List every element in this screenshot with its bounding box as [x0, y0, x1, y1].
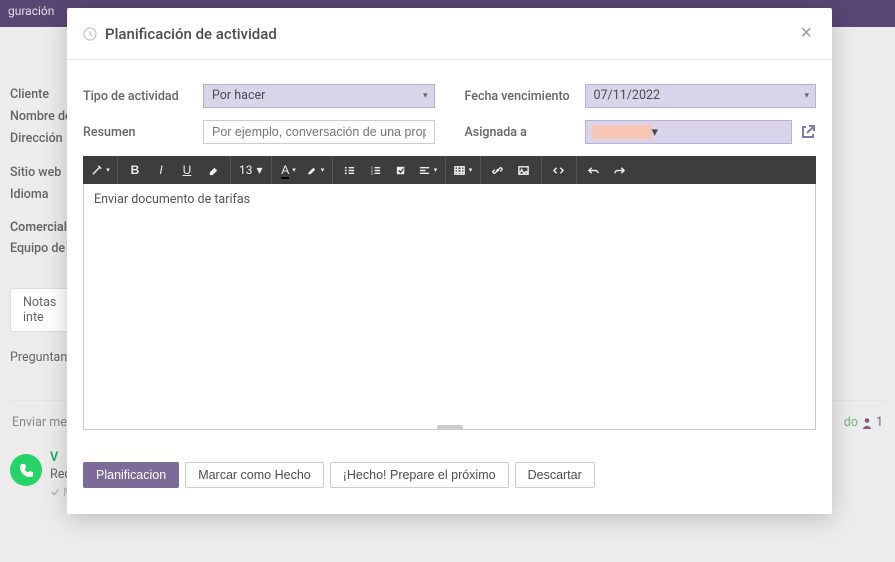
modal-title: Planificación de actividad	[105, 25, 796, 43]
select-asignada[interactable]: ▾	[585, 120, 793, 144]
avatar	[10, 454, 42, 486]
bold-button[interactable]: B	[122, 156, 148, 184]
resize-handle[interactable]	[437, 425, 463, 429]
modal-body: Tipo de actividad Por hacer ▾ Fecha venc…	[67, 60, 832, 442]
assignee-redacted	[592, 125, 652, 139]
checklist-icon	[395, 164, 408, 177]
code-icon	[552, 164, 565, 177]
descartar-button[interactable]: Descartar	[515, 462, 595, 488]
image-button[interactable]	[511, 156, 537, 184]
modal-footer: Planificacion Marcar como Hecho ¡Hecho! …	[67, 442, 832, 514]
undo-icon	[587, 164, 600, 177]
marcar-hecho-button[interactable]: Marcar como Hecho	[185, 462, 324, 488]
hecho-proximo-button[interactable]: ¡Hecho! Prepare el próximo	[330, 462, 509, 488]
highlight-color-dropdown[interactable]: ▾	[302, 156, 328, 184]
undo-button[interactable]	[581, 156, 607, 184]
ordered-list-button[interactable]: 123	[363, 156, 389, 184]
label-tipo-actividad: Tipo de actividad	[83, 89, 203, 104]
code-view-button[interactable]	[546, 156, 572, 184]
person-icon	[862, 417, 872, 429]
close-button[interactable]: ×	[796, 22, 816, 45]
activity-plan-modal: Planificación de actividad × Tipo de act…	[67, 8, 832, 514]
align-icon	[418, 164, 431, 177]
richtext-editor[interactable]: Enviar documento de tarifas	[83, 184, 816, 430]
check-icon	[50, 487, 60, 497]
eraser-icon	[207, 164, 220, 177]
chatter-send-tab[interactable]: Enviar men	[12, 415, 74, 430]
redo-button[interactable]	[607, 156, 633, 184]
redo-icon	[613, 164, 626, 177]
richtext-toolbar: ▾ B I U 13▾ A▾ ▾ 123 ▾ ▾	[83, 156, 816, 184]
modal-header: Planificación de actividad ×	[67, 8, 832, 60]
label-asignada: Asignada a	[465, 125, 585, 140]
link-button[interactable]	[485, 156, 511, 184]
table-dropdown[interactable]: ▾	[450, 156, 476, 184]
checklist-button[interactable]	[389, 156, 415, 184]
table-icon	[453, 164, 466, 177]
underline-button[interactable]: U	[174, 156, 200, 184]
list-ul-icon	[343, 164, 356, 177]
external-link-icon[interactable]	[800, 124, 816, 140]
fontsize-dropdown[interactable]: 13▾	[235, 163, 267, 177]
align-dropdown[interactable]: ▾	[415, 156, 441, 184]
image-icon	[517, 164, 530, 177]
unordered-list-button[interactable]	[337, 156, 363, 184]
input-fecha-vencimiento[interactable]: 07/11/2022 ▾	[585, 84, 817, 108]
followers-count[interactable]: do 1	[844, 415, 883, 430]
caret-down-icon: ▾	[423, 91, 428, 101]
svg-text:3: 3	[371, 172, 373, 176]
list-ol-icon: 123	[369, 164, 382, 177]
planificacion-button[interactable]: Planificacion	[83, 462, 179, 488]
style-dropdown[interactable]: ▾	[87, 156, 113, 184]
link-icon	[491, 164, 504, 177]
italic-button[interactable]: I	[148, 156, 174, 184]
font-color-dropdown[interactable]: A▾	[276, 156, 302, 184]
caret-down-icon: ▾	[652, 125, 659, 140]
activity-icon	[83, 27, 97, 41]
clear-format-button[interactable]	[200, 156, 226, 184]
magic-icon	[90, 164, 103, 177]
input-resumen[interactable]	[203, 120, 435, 144]
highlighter-icon	[305, 164, 318, 177]
phone-icon	[19, 463, 33, 477]
caret-down-icon: ▾	[804, 91, 809, 101]
select-tipo-actividad[interactable]: Por hacer ▾	[203, 84, 435, 108]
label-fecha-vencimiento: Fecha vencimiento	[465, 89, 585, 104]
label-resumen: Resumen	[83, 125, 203, 140]
